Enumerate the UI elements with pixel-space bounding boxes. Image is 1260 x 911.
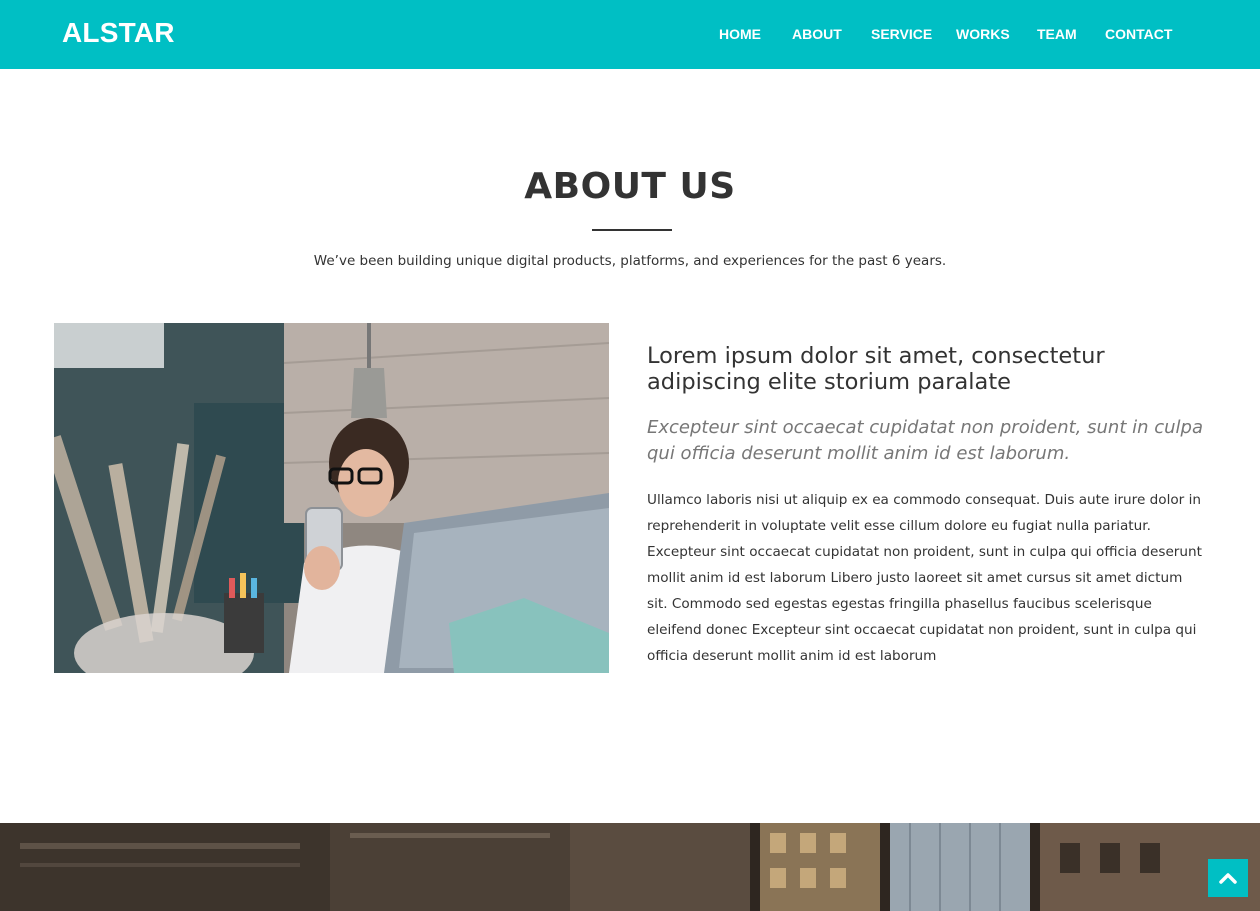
section-subtitle: We’ve been building unique digital produ… [313, 253, 947, 269]
title-divider [592, 229, 672, 231]
nav-service[interactable]: SERVICE [871, 26, 932, 42]
photo-illustration [54, 323, 609, 673]
city-buildings-image [0, 823, 1260, 911]
nav-about[interactable]: ABOUT [792, 26, 842, 42]
city-banner [0, 823, 1260, 911]
chevron-up-icon [1219, 873, 1237, 884]
about-body: Ullamco laboris nisi ut aliquip ex ea co… [647, 492, 1202, 664]
back-to-top-button[interactable] [1208, 859, 1248, 897]
about-lead: Excepteur sint occaecat cupidatat non pr… [647, 417, 1203, 464]
nav-team[interactable]: TEAM [1037, 26, 1077, 42]
top-navbar: ALSTAR HOME ABOUT SERVICE WORKS TEAM CON… [0, 0, 1260, 69]
main-nav: HOME ABOUT SERVICE WORKS TEAM CONTACT [0, 0, 1260, 69]
about-heading: Lorem ipsum dolor sit amet, consectetur … [647, 343, 1105, 395]
nav-home[interactable]: HOME [719, 26, 761, 42]
nav-works[interactable]: WORKS [956, 26, 1010, 42]
section-title: ABOUT US [524, 166, 736, 207]
nav-contact[interactable]: CONTACT [1105, 26, 1172, 42]
about-photo [54, 323, 609, 673]
